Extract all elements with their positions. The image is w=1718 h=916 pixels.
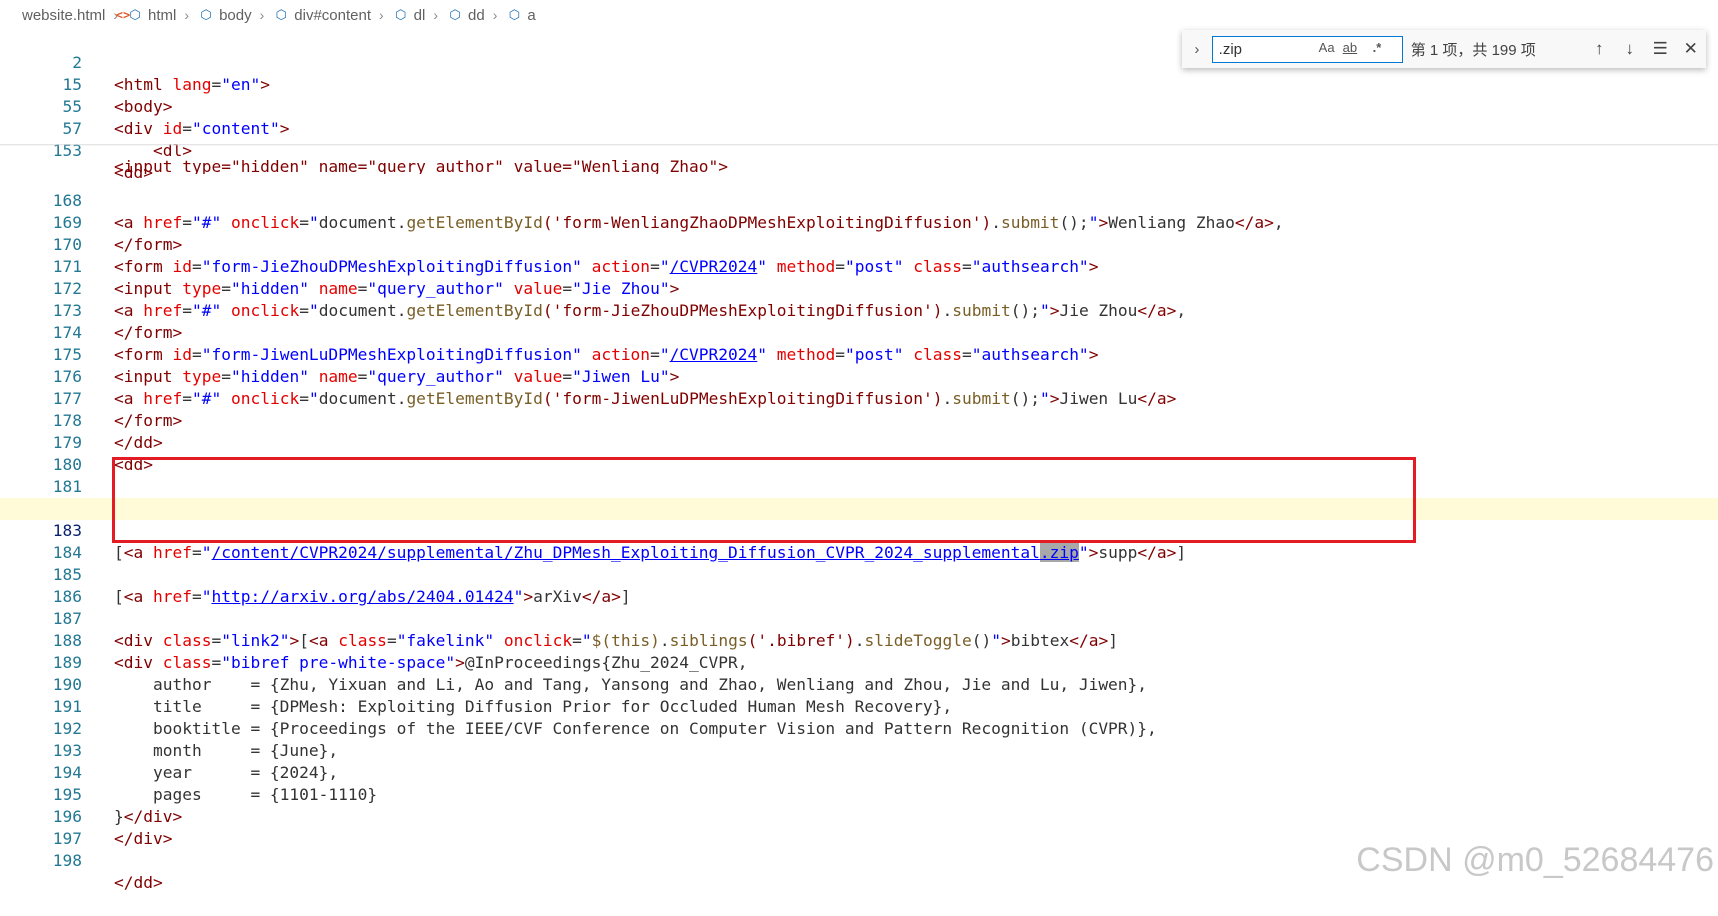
chevron-right-icon: › (433, 7, 439, 23)
breadcrumb-label: a (527, 6, 536, 24)
code-line[interactable]: 172 <a href="#" onclick="document.getEle… (0, 256, 1718, 320)
breadcrumb-item-dl[interactable]: ⬡ dl (392, 6, 426, 24)
code-line[interactable]: 177 </form> (0, 366, 1718, 430)
annotation-box (112, 457, 1416, 543)
next-match-arrow-down-icon[interactable]: ↓ (1614, 39, 1645, 59)
element-icon: ⬡ (449, 7, 461, 22)
chevron-right-icon: › (259, 7, 265, 23)
code-line[interactable]: 168 <a href="#" onclick="document.getEle… (0, 168, 1718, 232)
breadcrumb-label: dl (413, 6, 426, 24)
code-line[interactable]: 195 }</div> (0, 762, 1718, 826)
code-line[interactable]: 178 </dd> (0, 388, 1718, 452)
line-number: 198 (52, 851, 82, 870)
breadcrumb-label: div#content (294, 6, 371, 24)
previous-match-arrow-up-icon[interactable]: ↑ (1584, 39, 1615, 59)
breadcrumb-label: html (148, 6, 177, 24)
element-icon: ⬡ (508, 7, 521, 22)
breadcrumb-item-file[interactable]: <> website.html (22, 6, 130, 24)
find-result-count: 第 1 项，共 199 项 (1410, 41, 1536, 59)
code-line[interactable]: 189 author = {Zhu, Yixuan and Li, Ao and… (0, 630, 1718, 694)
match-case-icon[interactable]: Aa (1319, 40, 1335, 55)
code-line[interactable]: 190 title = {DPMesh: Exploiting Diffusio… (0, 652, 1718, 716)
watermark: CSDN @m0_52684476 (1356, 841, 1714, 879)
code-line[interactable]: 197 (0, 806, 1718, 848)
code-line[interactable]: 174 <form id="form-JiwenLuDPMeshExploiti… (0, 300, 1718, 364)
breadcrumb-item-div-content[interactable]: ⬡ div#content (272, 7, 371, 24)
breadcrumb: <> website.html › ⬡ html › ⬡ body › ⬡ di… (0, 0, 1718, 30)
code-line[interactable]: 179 <dd> (0, 410, 1718, 474)
code-line[interactable]: 170 <form id="form-JieZhouDPMeshExploiti… (0, 212, 1718, 276)
code-line[interactable]: 191 booktitle = {Proceedings of the IEEE… (0, 674, 1718, 738)
breadcrumb-label: body (219, 6, 252, 24)
breadcrumb-item-dd[interactable]: ⬡ dd (446, 6, 485, 24)
match-whole-word-icon[interactable]: ab (1343, 40, 1357, 55)
code-line[interactable]: 188 <div class="bibref pre-white-space">… (0, 608, 1718, 672)
find-in-selection-icon[interactable]: ☰ (1645, 39, 1676, 59)
code-line[interactable]: 193 year = {2024}, (0, 718, 1718, 782)
code-line[interactable]: 185 [<a href="http://arxiv.org/abs/2404.… (0, 542, 1718, 606)
code-line[interactable]: 187 <div class="link2">[<a class="fakeli… (0, 586, 1718, 650)
code-editor[interactable]: <input type="hidden" name="query_author"… (0, 30, 1718, 896)
use-regex-icon[interactable]: .* (1373, 40, 1382, 55)
sticky-line[interactable]: 153 <dd> (0, 118, 1718, 182)
code-line[interactable]: 171 <input type="hidden" name="query_aut… (0, 234, 1718, 298)
code-file-icon: <> (115, 8, 131, 22)
code-line[interactable]: 180 (0, 432, 1718, 474)
code-line[interactable]: 173 </form> (0, 278, 1718, 342)
breadcrumb-label: dd (468, 6, 485, 24)
code-line[interactable]: 192 month = {June}, (0, 696, 1718, 760)
chevron-right-icon: › (379, 7, 384, 23)
breadcrumb-label: website.html (22, 6, 106, 24)
chevron-right-icon: › (492, 7, 498, 23)
code-line[interactable]: 169 </form> (0, 190, 1718, 254)
breadcrumb-item-body[interactable]: ⬡ body (197, 6, 252, 24)
code-text: </dd> (114, 873, 163, 892)
code-line[interactable]: 176 <a href="#" onclick="document.getEle… (0, 344, 1718, 408)
sticky-line[interactable]: 55 <div id="content"> (0, 74, 1718, 138)
element-icon: ⬡ (200, 7, 212, 22)
close-icon[interactable]: ✕ (1676, 39, 1707, 59)
breadcrumb-item-a[interactable]: ⬡ a (505, 6, 536, 24)
code-line[interactable]: 196 </div> (0, 784, 1718, 848)
code-line[interactable]: 194 pages = {1101-1110} (0, 740, 1718, 804)
find-input-box[interactable]: Aa ab .* (1211, 35, 1403, 63)
element-icon: ⬡ (275, 7, 287, 22)
code-text: <dd> (114, 163, 153, 182)
breadcrumb-item-html[interactable]: ⬡ html (126, 7, 176, 24)
sticky-scroll-shadow (0, 144, 1718, 146)
code-line[interactable]: 186 (0, 564, 1718, 606)
chevron-right-icon: › (184, 7, 190, 23)
sticky-line[interactable]: 57 <dl> (0, 96, 1718, 160)
find-input[interactable] (1218, 40, 1319, 58)
element-icon: ⬡ (394, 7, 407, 22)
toggle-replace-chevron-icon[interactable]: › (1186, 41, 1208, 58)
code-line[interactable]: 175 <input type="hidden" name="query_aut… (0, 322, 1718, 386)
find-widget: › Aa ab .* 第 1 项，共 199 项 ↑ ↓ ☰ ✕ (1182, 30, 1706, 68)
